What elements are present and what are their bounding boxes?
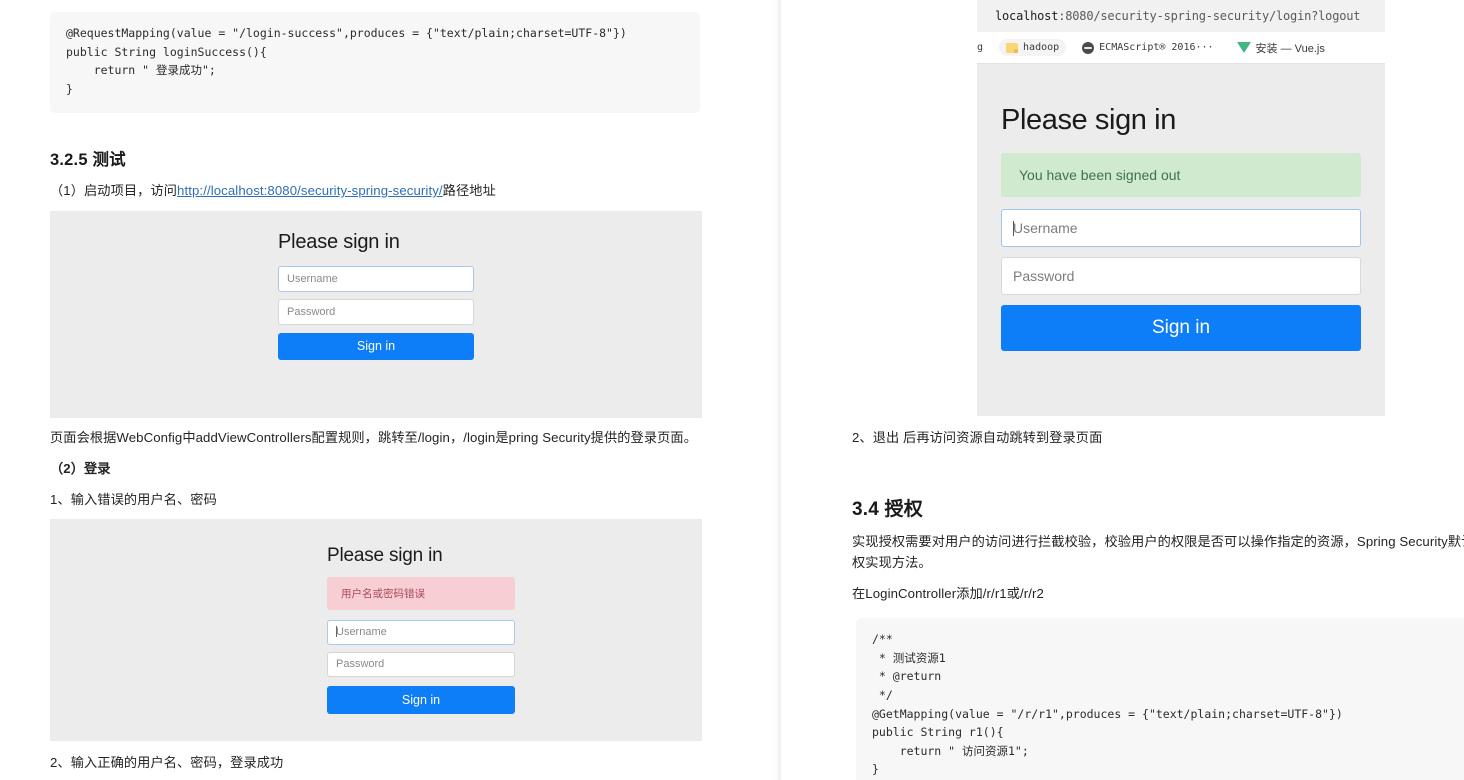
signed-out-alert: You have been signed out [1001, 153, 1361, 197]
browser-bookmarks-bar: g hadoop ECMAScript® 2016··· 安装 — Vue.js [977, 32, 1385, 64]
username-input-2[interactable]: Username [327, 620, 515, 645]
login-title-1: Please sign in [278, 231, 400, 253]
document-page: @RequestMapping(value = "/login-success"… [0, 0, 1464, 780]
browser-url-bar[interactable]: localhost:8080/security-spring-security/… [977, 0, 1385, 32]
browser-page-content: Please sign in You have been signed out … [977, 64, 1385, 416]
column-divider-shadow [770, 0, 778, 780]
bookmark-hadoop-label: hadoop [1023, 42, 1060, 53]
paragraph-authorization-line1: 实现授权需要对用户的访问进行拦截校验，校验用户的权限是否可以操作指定的资源，Sp… [852, 534, 1464, 549]
paragraph-webconfig: 页面会根据WebConfig中addViewControllers配置规则，跳转… [50, 430, 697, 445]
browser-window-screenshot: localhost:8080/security-spring-security/… [977, 0, 1385, 416]
paragraph-logout-redirect: 2、退出 后再访问资源自动跳转到登录页面 [852, 430, 1103, 445]
right-column: localhost:8080/security-spring-security/… [782, 0, 1464, 780]
column-divider [778, 0, 781, 780]
url-text: localhost:8080/security-spring-security/… [995, 9, 1360, 23]
bookmark-hadoop[interactable]: hadoop [999, 39, 1067, 56]
paragraph-authorization-line2: 权实现方法。 [852, 555, 932, 570]
signin-button-1[interactable]: Sign in [278, 333, 474, 360]
bookmark-vuejs-label: 安装 — Vue.js [1255, 42, 1325, 55]
browser-password-input[interactable]: Password [1001, 257, 1361, 295]
paragraph-prefix: （1）启动项目，访问 [50, 183, 178, 198]
localhost-link[interactable]: http://localhost:8080/security-spring-se… [177, 183, 443, 198]
bookmark-partial[interactable]: g [977, 39, 990, 56]
paragraph-suffix: 路径地址 [442, 183, 496, 198]
login-title-2: Please sign in [327, 545, 443, 566]
bookmark-partial-label: g [977, 42, 984, 53]
code-block-login-success: @RequestMapping(value = "/login-success"… [50, 12, 700, 113]
password-input-2[interactable]: Password [327, 652, 515, 677]
section-heading-3-4: 3.4 授权 [852, 499, 923, 520]
username-input-1[interactable]: Username [278, 266, 474, 292]
globe-icon [1082, 41, 1095, 54]
url-path: :8080/security-spring-security/login?log… [1058, 9, 1361, 23]
browser-username-input[interactable]: Username [1001, 209, 1361, 247]
section-heading-3-2-5: 3.2.5 测试 [50, 151, 126, 169]
bookmark-ecmascript[interactable]: ECMAScript® 2016··· [1075, 39, 1220, 57]
vue-icon [1236, 42, 1251, 53]
subheading-login: （2）登录 [50, 461, 111, 476]
password-input-1[interactable]: Password [278, 299, 474, 325]
url-host: localhost [995, 9, 1059, 23]
login-form-1: Please sign in Username Password Sign in [278, 231, 474, 360]
browser-username-placeholder: Username [1013, 220, 1078, 236]
folder-icon [1006, 42, 1019, 53]
login-form-2: Please sign in 用户名或密码错误 Username Passwor… [327, 545, 515, 714]
login-error-alert: 用户名或密码错误 [327, 577, 515, 610]
browser-signin-button[interactable]: Sign in [1001, 305, 1361, 351]
bookmark-vuejs[interactable]: 安装 — Vue.js [1230, 37, 1332, 59]
login-screenshot-1: Please sign in Username Password Sign in [50, 211, 702, 418]
paragraph-correct-credentials: 2、输入正确的用户名、密码，登录成功 [50, 755, 284, 770]
bookmark-ecmascript-label: ECMAScript® 2016··· [1099, 42, 1214, 53]
left-column: @RequestMapping(value = "/login-success"… [0, 0, 770, 780]
paragraph-wrong-credentials: 1、输入错误的用户名、密码 [50, 492, 217, 507]
paragraph-logincontroller: 在LoginController添加/r/r1或/r/r2 [852, 586, 1044, 601]
code-block-r1-resource: /** * 测试资源1 * @return */ @GetMapping(val… [856, 618, 1464, 780]
username-placeholder-2: Username [336, 626, 387, 638]
browser-login-title: Please sign in [1001, 104, 1176, 136]
login-screenshot-2: Please sign in 用户名或密码错误 Username Passwor… [50, 519, 702, 741]
paragraph-start-project: （1）启动项目，访问http://localhost:8080/security… [50, 181, 750, 201]
signin-button-2[interactable]: Sign in [327, 686, 515, 714]
